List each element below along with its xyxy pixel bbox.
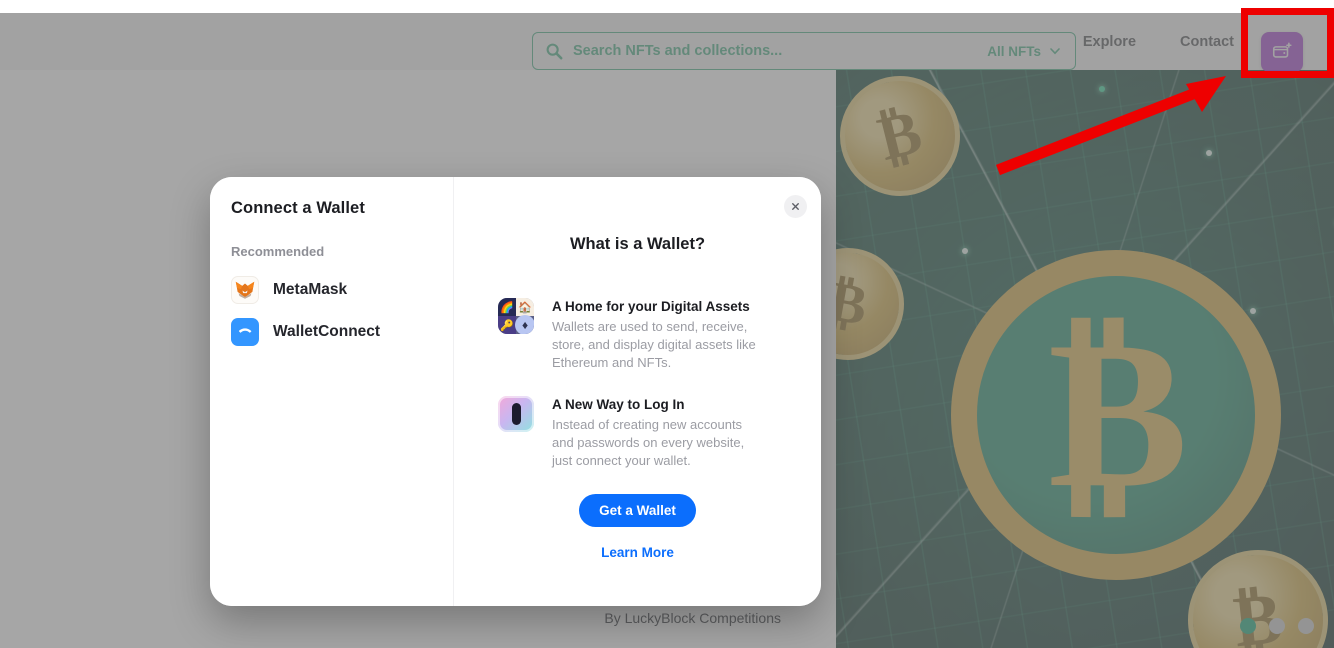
modal-title: Connect a Wallet [231,199,365,217]
screenshot-root: ₿ ₿ ₿ ₿ l | The Ho ing, Metaverse and Cr… [0,0,1334,648]
wallet-features-list: 🌈 🏠 🔑 ♦ A Home for your Digital Assets W… [498,298,777,470]
feature-description: Instead of creating new accounts and pas… [552,416,745,468]
key-glyph: 🔑 [498,316,516,334]
feature-new-login: A New Way to Log In Instead of creating … [498,395,777,470]
header-backdrop-tint [0,13,1334,70]
feature-description: Wallets are used to send, receive, store… [552,319,756,370]
feature-digital-assets: 🌈 🏠 🔑 ♦ A Home for your Digital Assets W… [498,298,777,372]
feature-title: A New Way to Log In [552,396,685,412]
wallet-options-list: MetaMask WalletConnect [231,269,453,353]
walletconnect-icon [231,318,259,346]
wallet-option-metamask[interactable]: MetaMask [231,269,453,311]
feature-text: A New Way to Log In Instead of creating … [552,396,767,470]
feature-text: A Home for your Digital Assets Wallets a… [552,298,767,372]
get-a-wallet-button[interactable]: Get a Wallet [579,493,696,527]
feature-title: A Home for your Digital Assets [552,299,750,314]
login-pill-icon [498,395,534,432]
recommended-label: Recommended [231,244,325,259]
digital-assets-grid-icon: 🌈 🏠 🔑 ♦ [498,298,534,334]
rainbow-glyph: 🌈 [498,298,516,316]
close-icon[interactable] [784,195,807,218]
modal-left-panel: Connect a Wallet Recommended MetaMask Wa… [210,177,454,606]
modal-actions: Get a Wallet Learn More [498,493,777,560]
wallet-option-label: WalletConnect [273,323,381,340]
wallet-option-label: MetaMask [273,281,348,298]
modal-right-panel: What is a Wallet? 🌈 🏠 🔑 ♦ A Home for you… [454,177,821,606]
metamask-fox-icon [231,276,259,304]
wallet-option-walletconnect[interactable]: WalletConnect [231,311,453,353]
learn-more-link[interactable]: Learn More [498,545,777,560]
connect-wallet-modal: Connect a Wallet Recommended MetaMask Wa… [210,177,821,606]
what-is-a-wallet-heading: What is a Wallet? [569,235,706,253]
ethereum-icon: ♦ [515,315,534,334]
house-glyph: 🏠 [516,298,534,316]
pill-shape [511,402,521,425]
